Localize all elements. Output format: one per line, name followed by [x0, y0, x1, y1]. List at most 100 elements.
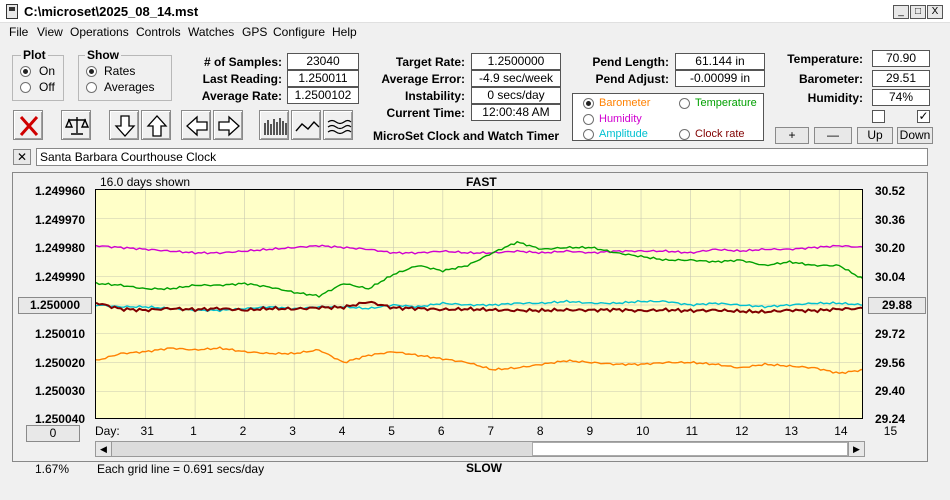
plot-group-title: Plot	[21, 48, 48, 62]
show-averages-label: Averages	[104, 80, 155, 94]
title-bar: C:\microset\2025_08_14.mst _ □ X	[0, 0, 950, 23]
wave-lines-icon	[327, 119, 352, 135]
maximize-button[interactable]: □	[910, 5, 926, 19]
series-line-humidity	[96, 244, 862, 255]
menu-operations[interactable]: Operations	[70, 25, 129, 39]
menu-gps[interactable]: GPS	[242, 25, 267, 39]
scroll-right-button[interactable]	[213, 110, 243, 140]
show-group: Show Rates Averages	[78, 48, 172, 101]
series-temperature-radio[interactable]	[679, 98, 690, 109]
scroll-left-arrow-icon[interactable]: ◀	[96, 442, 112, 456]
plot-on-radio[interactable]	[20, 66, 31, 77]
average-error-field: -4.9 sec/week	[471, 70, 561, 87]
x-tick-label: 7	[487, 424, 495, 438]
scroll-right-arrow-icon[interactable]: ▶	[848, 442, 864, 456]
y-left-tick: 1.250010	[34, 327, 85, 341]
average-error-label: Average Error:	[381, 72, 465, 86]
up-button[interactable]: Up	[857, 127, 893, 144]
clear-name-button[interactable]: ✕	[13, 149, 31, 165]
y-right-tick: 29.56	[875, 356, 906, 370]
show-rates-radio[interactable]	[86, 66, 97, 77]
center-baro-button[interactable]: 29.88	[868, 297, 926, 314]
series-clockrate-radio[interactable]	[679, 129, 690, 140]
menu-help[interactable]: Help	[332, 25, 357, 39]
menu-file[interactable]: File	[9, 25, 28, 39]
shift-down-button[interactable]	[109, 110, 139, 140]
line-view-button[interactable]	[291, 110, 321, 140]
decrease-button[interactable]: —	[814, 127, 852, 144]
clock-name-input[interactable]: Santa Barbara Courthouse Clock	[36, 148, 928, 166]
samples-field: 23040	[287, 53, 359, 70]
x-tick-label: 2	[239, 424, 247, 438]
menu-watches[interactable]: Watches	[188, 25, 234, 39]
balance-scale-icon	[64, 117, 90, 135]
plot-off-radio[interactable]	[20, 82, 31, 93]
current-time-field: 12:00:48 AM	[471, 104, 561, 121]
series-humidity-label: Humidity	[599, 113, 642, 125]
scroll-thumb[interactable]	[532, 442, 848, 456]
target-rate-label: Target Rate:	[395, 55, 465, 69]
instability-label: Instability:	[404, 89, 465, 103]
series-line-barometer	[96, 346, 862, 375]
stop-button[interactable]	[13, 110, 43, 140]
minimize-button[interactable]: _	[893, 5, 909, 19]
shift-up-button[interactable]	[141, 110, 171, 140]
series-barometer-radio[interactable]	[583, 98, 594, 109]
balance-button[interactable]	[61, 110, 91, 140]
pend-length-field[interactable]: 61.144 in	[675, 53, 765, 70]
y-right-tick: 29.40	[875, 384, 906, 398]
y-left-tick: 1.249970	[34, 213, 85, 227]
slow-label: SLOW	[466, 461, 502, 475]
arrow-right-icon	[218, 115, 240, 137]
increase-button[interactable]: +	[775, 127, 809, 144]
zero-button[interactable]: 0	[26, 425, 80, 442]
target-rate-field[interactable]: 1.2500000	[471, 53, 561, 70]
menu-bar: File View Operations Controls Watches GP…	[0, 23, 950, 42]
center-rate-button[interactable]: 1.250000	[18, 297, 92, 314]
humidity-label: Humidity:	[807, 91, 863, 105]
line-chart-icon	[295, 120, 320, 132]
y-right-tick: 30.52	[875, 184, 906, 198]
x-tick-label: 6	[437, 424, 445, 438]
close-button[interactable]: X	[927, 5, 943, 19]
app-icon	[6, 4, 18, 19]
instability-field: 0 secs/day	[471, 87, 561, 104]
menu-configure[interactable]: Configure	[273, 25, 325, 39]
pend-adjust-label: Pend Adjust:	[595, 72, 669, 86]
plot-off-label: Off	[39, 80, 55, 94]
wave-view-button[interactable]	[323, 110, 353, 140]
down-button[interactable]: Down	[897, 127, 933, 144]
current-time-label: Current Time:	[386, 106, 465, 120]
y-left-tick: 1.249960	[34, 184, 85, 198]
y-left-tick: 1.250040	[34, 412, 85, 426]
x-tick-label: 12	[735, 424, 749, 438]
bars-view-button[interactable]	[259, 110, 289, 140]
x-tick-label: 8	[536, 424, 544, 438]
pend-adjust-field: -0.00099 in	[675, 70, 765, 87]
fast-label: FAST	[466, 175, 497, 189]
series-line-clock-rate	[96, 300, 862, 314]
menu-view[interactable]: View	[37, 25, 63, 39]
last-reading-label: Last Reading:	[202, 72, 282, 86]
menu-controls[interactable]: Controls	[136, 25, 181, 39]
x-tick-label: 11	[685, 424, 699, 438]
horizontal-scrollbar[interactable]: ◀ ▶	[95, 441, 865, 457]
x-tick-label: 9	[586, 424, 594, 438]
x-tick-label: 31	[140, 424, 154, 438]
last-reading-field: 1.250011	[287, 70, 359, 87]
arrow-down-icon	[114, 115, 136, 137]
checkbox-a[interactable]	[872, 110, 885, 123]
red-x-icon	[19, 116, 39, 136]
checkbox-b[interactable]: ✓	[917, 110, 930, 123]
arrow-left-icon	[186, 115, 208, 137]
grid-note: Each grid line = 0.691 secs/day	[97, 462, 265, 476]
pend-length-label: Pend Length:	[592, 55, 669, 69]
scroll-left-button[interactable]	[181, 110, 211, 140]
day-label: Day:	[95, 424, 120, 438]
plot-group: Plot On Off	[12, 48, 64, 101]
series-amplitude-radio[interactable]	[583, 129, 594, 140]
show-averages-radio[interactable]	[86, 82, 97, 93]
rate-chart[interactable]	[95, 189, 863, 419]
x-tick-label: 15	[883, 424, 898, 438]
series-humidity-radio[interactable]	[583, 114, 594, 125]
